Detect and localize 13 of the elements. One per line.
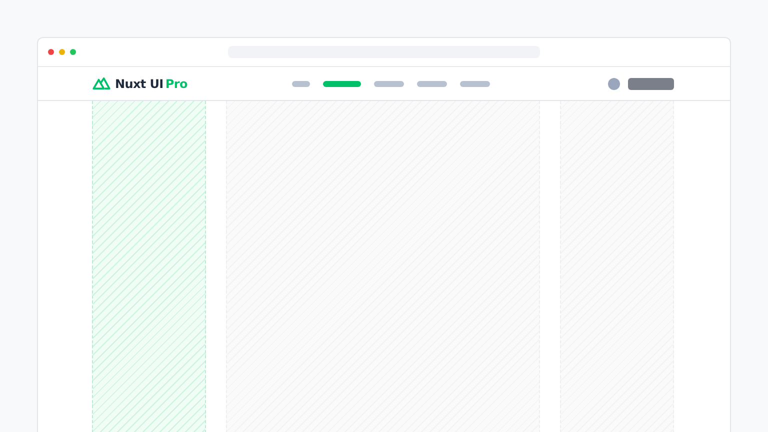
logo-text[interactable]: Nuxt UI — [115, 76, 164, 90]
nav-link-placeholder[interactable] — [323, 80, 361, 86]
logo-suffix: Pro — [165, 76, 188, 90]
nav-link-placeholder[interactable] — [417, 80, 447, 86]
button-placeholder[interactable] — [628, 78, 674, 90]
nav-link-placeholder[interactable] — [374, 80, 404, 86]
nav-link-placeholder[interactable] — [460, 80, 490, 86]
mountain-logo-icon — [92, 77, 111, 90]
close-dot-icon[interactable] — [48, 49, 54, 55]
nav-link-placeholder[interactable] — [292, 80, 310, 86]
maximize-dot-icon[interactable] — [70, 49, 76, 55]
minimize-dot-icon[interactable] — [59, 49, 65, 55]
avatar-placeholder[interactable] — [608, 78, 620, 90]
